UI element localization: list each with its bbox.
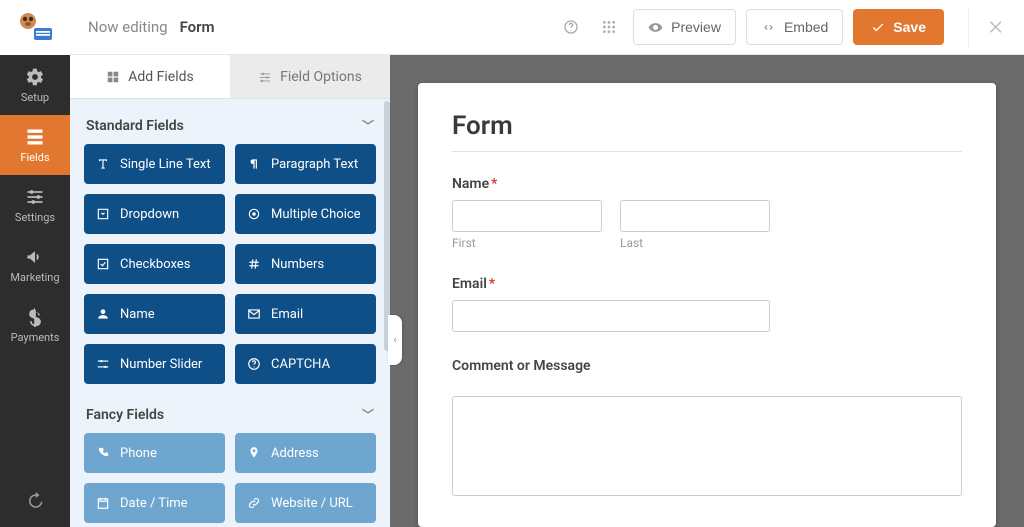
code-icon: [761, 20, 776, 35]
email-field-label: Email*: [452, 276, 962, 292]
field-website-url[interactable]: Website / URL: [235, 483, 376, 523]
last-name-input[interactable]: [620, 200, 770, 232]
field-label: Checkboxes: [120, 257, 190, 272]
first-sublabel: First: [452, 236, 602, 250]
hash-icon: [247, 257, 261, 271]
field-label: Email: [271, 307, 303, 322]
nav-fields[interactable]: Fields: [0, 115, 70, 175]
form-name[interactable]: Form: [180, 18, 215, 36]
form-title: Form: [452, 111, 962, 141]
tab-add-fields[interactable]: Add Fields: [70, 55, 230, 99]
pin-icon: [247, 446, 261, 460]
field-dropdown[interactable]: Dropdown: [84, 194, 225, 234]
save-button[interactable]: Save: [853, 9, 944, 45]
email-input[interactable]: [452, 300, 770, 332]
field-name[interactable]: Name: [84, 294, 225, 334]
text-icon: [96, 157, 110, 171]
field-label: Dropdown: [120, 207, 179, 222]
tab-field-options[interactable]: Field Options: [230, 55, 390, 99]
collapse-panel-button[interactable]: ‹: [388, 315, 402, 365]
phone-icon: [96, 446, 110, 460]
field-label: Single Line Text: [120, 157, 211, 172]
field-label: Numbers: [271, 257, 324, 272]
close-icon: [987, 18, 1005, 36]
comment-field-label: Comment or Message: [452, 358, 962, 374]
field-label: Multiple Choice: [271, 207, 361, 222]
field-label: Address: [271, 446, 319, 461]
nav-settings[interactable]: Settings: [0, 175, 70, 235]
link-icon: [247, 496, 261, 510]
grid-icon: [106, 70, 120, 84]
user-icon: [96, 307, 110, 321]
form-canvas-wrapper: Form Name* First Last Email*: [390, 55, 1024, 527]
last-sublabel: Last: [620, 236, 770, 250]
embed-button[interactable]: Embed: [746, 9, 843, 45]
field-checkboxes[interactable]: Checkboxes: [84, 244, 225, 284]
field-multiple-choice[interactable]: Multiple Choice: [235, 194, 376, 234]
now-editing-label: Now editing: [88, 18, 168, 36]
field-captcha[interactable]: CAPTCHA: [235, 344, 376, 384]
sliders-icon: [96, 357, 110, 371]
calendar-icon: [96, 496, 110, 510]
envelope-icon: [247, 307, 261, 321]
field-label: Date / Time: [120, 496, 188, 511]
apps-icon[interactable]: [595, 13, 623, 41]
chevron-down-icon: ﹀: [362, 117, 374, 134]
field-label: Number Slider: [120, 357, 202, 372]
nav-setup[interactable]: Setup: [0, 55, 70, 115]
topbar: Now editing Form Preview Embed Save: [70, 0, 1024, 55]
comment-textarea[interactable]: [452, 396, 962, 496]
field-date-time[interactable]: Date / Time: [84, 483, 225, 523]
field-paragraph-text[interactable]: Paragraph Text: [235, 144, 376, 184]
check-icon: [871, 20, 885, 34]
field-label: Website / URL: [271, 496, 353, 511]
form-canvas[interactable]: Form Name* First Last Email*: [418, 83, 996, 527]
sliders-icon: [258, 70, 272, 84]
section-standard-fields[interactable]: Standard Fields ﹀: [84, 111, 376, 144]
history-button[interactable]: [19, 485, 51, 517]
name-field-label: Name*: [452, 176, 962, 192]
section-fancy-fields[interactable]: Fancy Fields ﹀: [84, 400, 376, 433]
preview-button[interactable]: Preview: [633, 9, 736, 45]
paragraph-icon: [247, 157, 261, 171]
field-number-slider[interactable]: Number Slider: [84, 344, 225, 384]
field-label: Paragraph Text: [271, 157, 358, 172]
circle-dot-icon: [247, 207, 261, 221]
caret-sq-icon: [96, 207, 110, 221]
field-label: CAPTCHA: [271, 357, 330, 372]
left-nav: Setup Fields Settings Marketing Payments: [0, 0, 70, 527]
field-single-line-text[interactable]: Single Line Text: [84, 144, 225, 184]
chevron-down-icon: ﹀: [362, 406, 374, 423]
panel-scrollbar[interactable]: [384, 101, 390, 351]
nav-marketing[interactable]: Marketing: [0, 235, 70, 295]
field-label: Name: [120, 307, 155, 322]
close-button[interactable]: [968, 7, 1008, 47]
check-sq-icon: [96, 257, 110, 271]
field-numbers[interactable]: Numbers: [235, 244, 376, 284]
field-email[interactable]: Email: [235, 294, 376, 334]
field-phone[interactable]: Phone: [84, 433, 225, 473]
nav-payments[interactable]: Payments: [0, 295, 70, 355]
field-panel: Add Fields Field Options Standard Fields…: [70, 55, 390, 527]
help-icon[interactable]: [557, 13, 585, 41]
question-icon: [247, 357, 261, 371]
first-name-input[interactable]: [452, 200, 602, 232]
field-label: Phone: [120, 446, 157, 461]
eye-icon: [648, 20, 663, 35]
field-address[interactable]: Address: [235, 433, 376, 473]
app-logo: [0, 0, 70, 55]
